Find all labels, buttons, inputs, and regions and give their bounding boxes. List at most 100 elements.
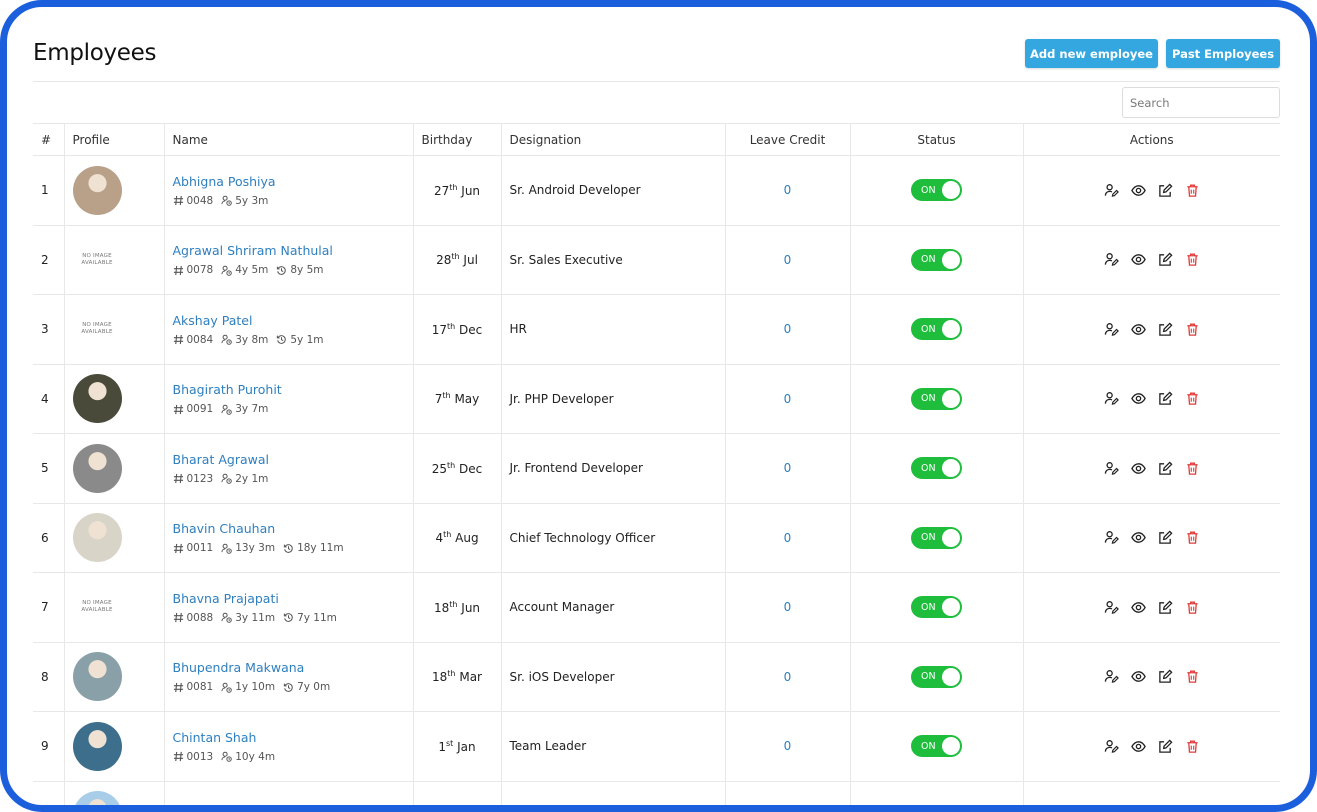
leave-credit[interactable]: 0 (724, 155, 851, 226)
page-title: Employees (33, 40, 157, 66)
status-toggle[interactable]: ON (911, 318, 962, 341)
edit-icon[interactable] (1158, 461, 1173, 476)
edit-icon[interactable] (1158, 183, 1173, 198)
col-header-status[interactable]: Status (849, 123, 1024, 156)
user-edit-icon[interactable] (1104, 739, 1119, 754)
user-edit-icon[interactable] (1104, 530, 1119, 545)
status-toggle[interactable]: ON (911, 526, 962, 549)
leave-credit[interactable]: 0 (724, 224, 851, 295)
status-toggle[interactable]: ON (911, 248, 962, 271)
row-actions (1032, 669, 1273, 684)
col-header-designation[interactable]: Designation (500, 123, 726, 156)
user-edit-icon[interactable] (1104, 183, 1119, 198)
leave-credit[interactable] (724, 780, 851, 805)
past-employees-button[interactable]: Past Employees (1166, 39, 1280, 68)
edit-icon[interactable] (1158, 391, 1173, 406)
employee-meta: 0123 2y 1m (173, 473, 405, 485)
edit-icon[interactable] (1158, 322, 1173, 337)
leave-credit[interactable]: 0 (724, 711, 851, 782)
row-actions (1032, 252, 1273, 267)
employee-name-link[interactable]: Bhagirath Purohit (173, 382, 405, 397)
leave-credit[interactable]: 0 (724, 641, 851, 712)
hash-icon (173, 473, 184, 484)
edit-icon[interactable] (1158, 252, 1173, 267)
trash-icon[interactable] (1185, 391, 1200, 406)
trash-icon[interactable] (1185, 252, 1200, 267)
name-cell: Chintan Shah 0013 10y 4m (163, 711, 414, 782)
employee-meta: 0091 3y 7m (173, 403, 405, 415)
edit-icon[interactable] (1158, 530, 1173, 545)
trash-icon[interactable] (1185, 669, 1200, 684)
user-edit-icon[interactable] (1104, 461, 1119, 476)
leave-credit[interactable]: 0 (724, 363, 851, 434)
leave-credit[interactable]: 0 (724, 294, 851, 365)
table-row: 7 NO IMAGE AVAILABLE Bhavna Prajapati 00… (33, 572, 1280, 643)
eye-icon[interactable] (1130, 252, 1146, 267)
employee-name-link[interactable]: Abhigna Poshiya (173, 174, 405, 189)
eye-icon[interactable] (1130, 183, 1146, 198)
status-toggle[interactable]: ON (911, 596, 962, 619)
leave-credit[interactable]: 0 (724, 572, 851, 643)
employee-name-link[interactable]: Akshay Patel (173, 313, 405, 328)
employee-name-link[interactable]: Bhavna Prajapati (173, 591, 405, 606)
status-toggle[interactable]: ON (911, 387, 962, 410)
eye-icon[interactable] (1130, 600, 1146, 615)
user-edit-icon[interactable] (1104, 322, 1119, 337)
status-toggle[interactable]: ON (911, 179, 962, 202)
status-toggle[interactable]: ON (911, 457, 962, 480)
col-header-name[interactable]: Name (163, 123, 414, 156)
edit-icon[interactable] (1158, 600, 1173, 615)
add-employee-button[interactable]: Add new employee (1025, 39, 1158, 68)
tenure: 10y 4m (221, 751, 275, 763)
col-header-leave-credit[interactable]: Leave Credit (724, 123, 851, 156)
avatar (72, 513, 122, 563)
employee-name-link[interactable]: Chintan Shah (173, 730, 405, 745)
designation: Sr. Android Developer (500, 155, 726, 226)
trash-icon[interactable] (1185, 600, 1200, 615)
eye-icon[interactable] (1130, 461, 1146, 476)
trash-icon[interactable] (1185, 530, 1200, 545)
trash-icon[interactable] (1185, 183, 1200, 198)
row-actions (1032, 530, 1273, 545)
employee-name-link[interactable]: Bharat Agrawal (173, 452, 405, 467)
employee-id: 0084 (173, 334, 213, 346)
edit-icon[interactable] (1158, 739, 1173, 754)
trash-icon[interactable] (1185, 461, 1200, 476)
status-toggle[interactable]: ON (911, 735, 962, 758)
birthday: 25th Dec (412, 433, 502, 504)
eye-icon[interactable] (1130, 530, 1146, 545)
eye-icon[interactable] (1130, 739, 1146, 754)
eye-icon[interactable] (1130, 322, 1146, 337)
edit-icon[interactable] (1158, 669, 1173, 684)
status-cell: ON (849, 502, 1024, 573)
toggle-knob (942, 250, 960, 269)
col-header-birthday[interactable]: Birthday (412, 123, 502, 156)
employee-name-link[interactable]: Bhavin Chauhan (173, 521, 405, 536)
employee-name-link[interactable]: Agrawal Shriram Nathulal (173, 243, 405, 258)
employee-id: 0011 (173, 542, 213, 554)
name-cell: Agrawal Shriram Nathulal 0078 4y 5m 8y 5m (163, 224, 414, 295)
employee-name-link[interactable]: Bhupendra Makwana (173, 660, 405, 675)
designation: Account Manager (500, 572, 726, 643)
employee-name-link[interactable]: Darshan Varia (173, 805, 405, 812)
designation (500, 780, 726, 805)
name-cell: Bhupendra Makwana 0081 1y 10m 7y 0m (163, 641, 414, 712)
user-edit-icon[interactable] (1104, 252, 1119, 267)
eye-icon[interactable] (1130, 669, 1146, 684)
designation: Sr. iOS Developer (500, 641, 726, 712)
eye-icon[interactable] (1130, 391, 1146, 406)
row-index (33, 780, 65, 805)
search-input[interactable] (1122, 87, 1280, 118)
status-cell: ON (849, 363, 1024, 434)
user-edit-icon[interactable] (1104, 391, 1119, 406)
user-edit-icon[interactable] (1104, 600, 1119, 615)
leave-credit[interactable]: 0 (724, 433, 851, 504)
designation: Jr. PHP Developer (500, 363, 726, 434)
trash-icon[interactable] (1185, 322, 1200, 337)
trash-icon[interactable] (1185, 739, 1200, 754)
leave-credit[interactable]: 0 (724, 502, 851, 573)
status-toggle[interactable]: ON (911, 665, 962, 688)
history-icon (276, 334, 287, 345)
user-edit-icon[interactable] (1104, 669, 1119, 684)
employee-id: 0013 (173, 751, 213, 763)
